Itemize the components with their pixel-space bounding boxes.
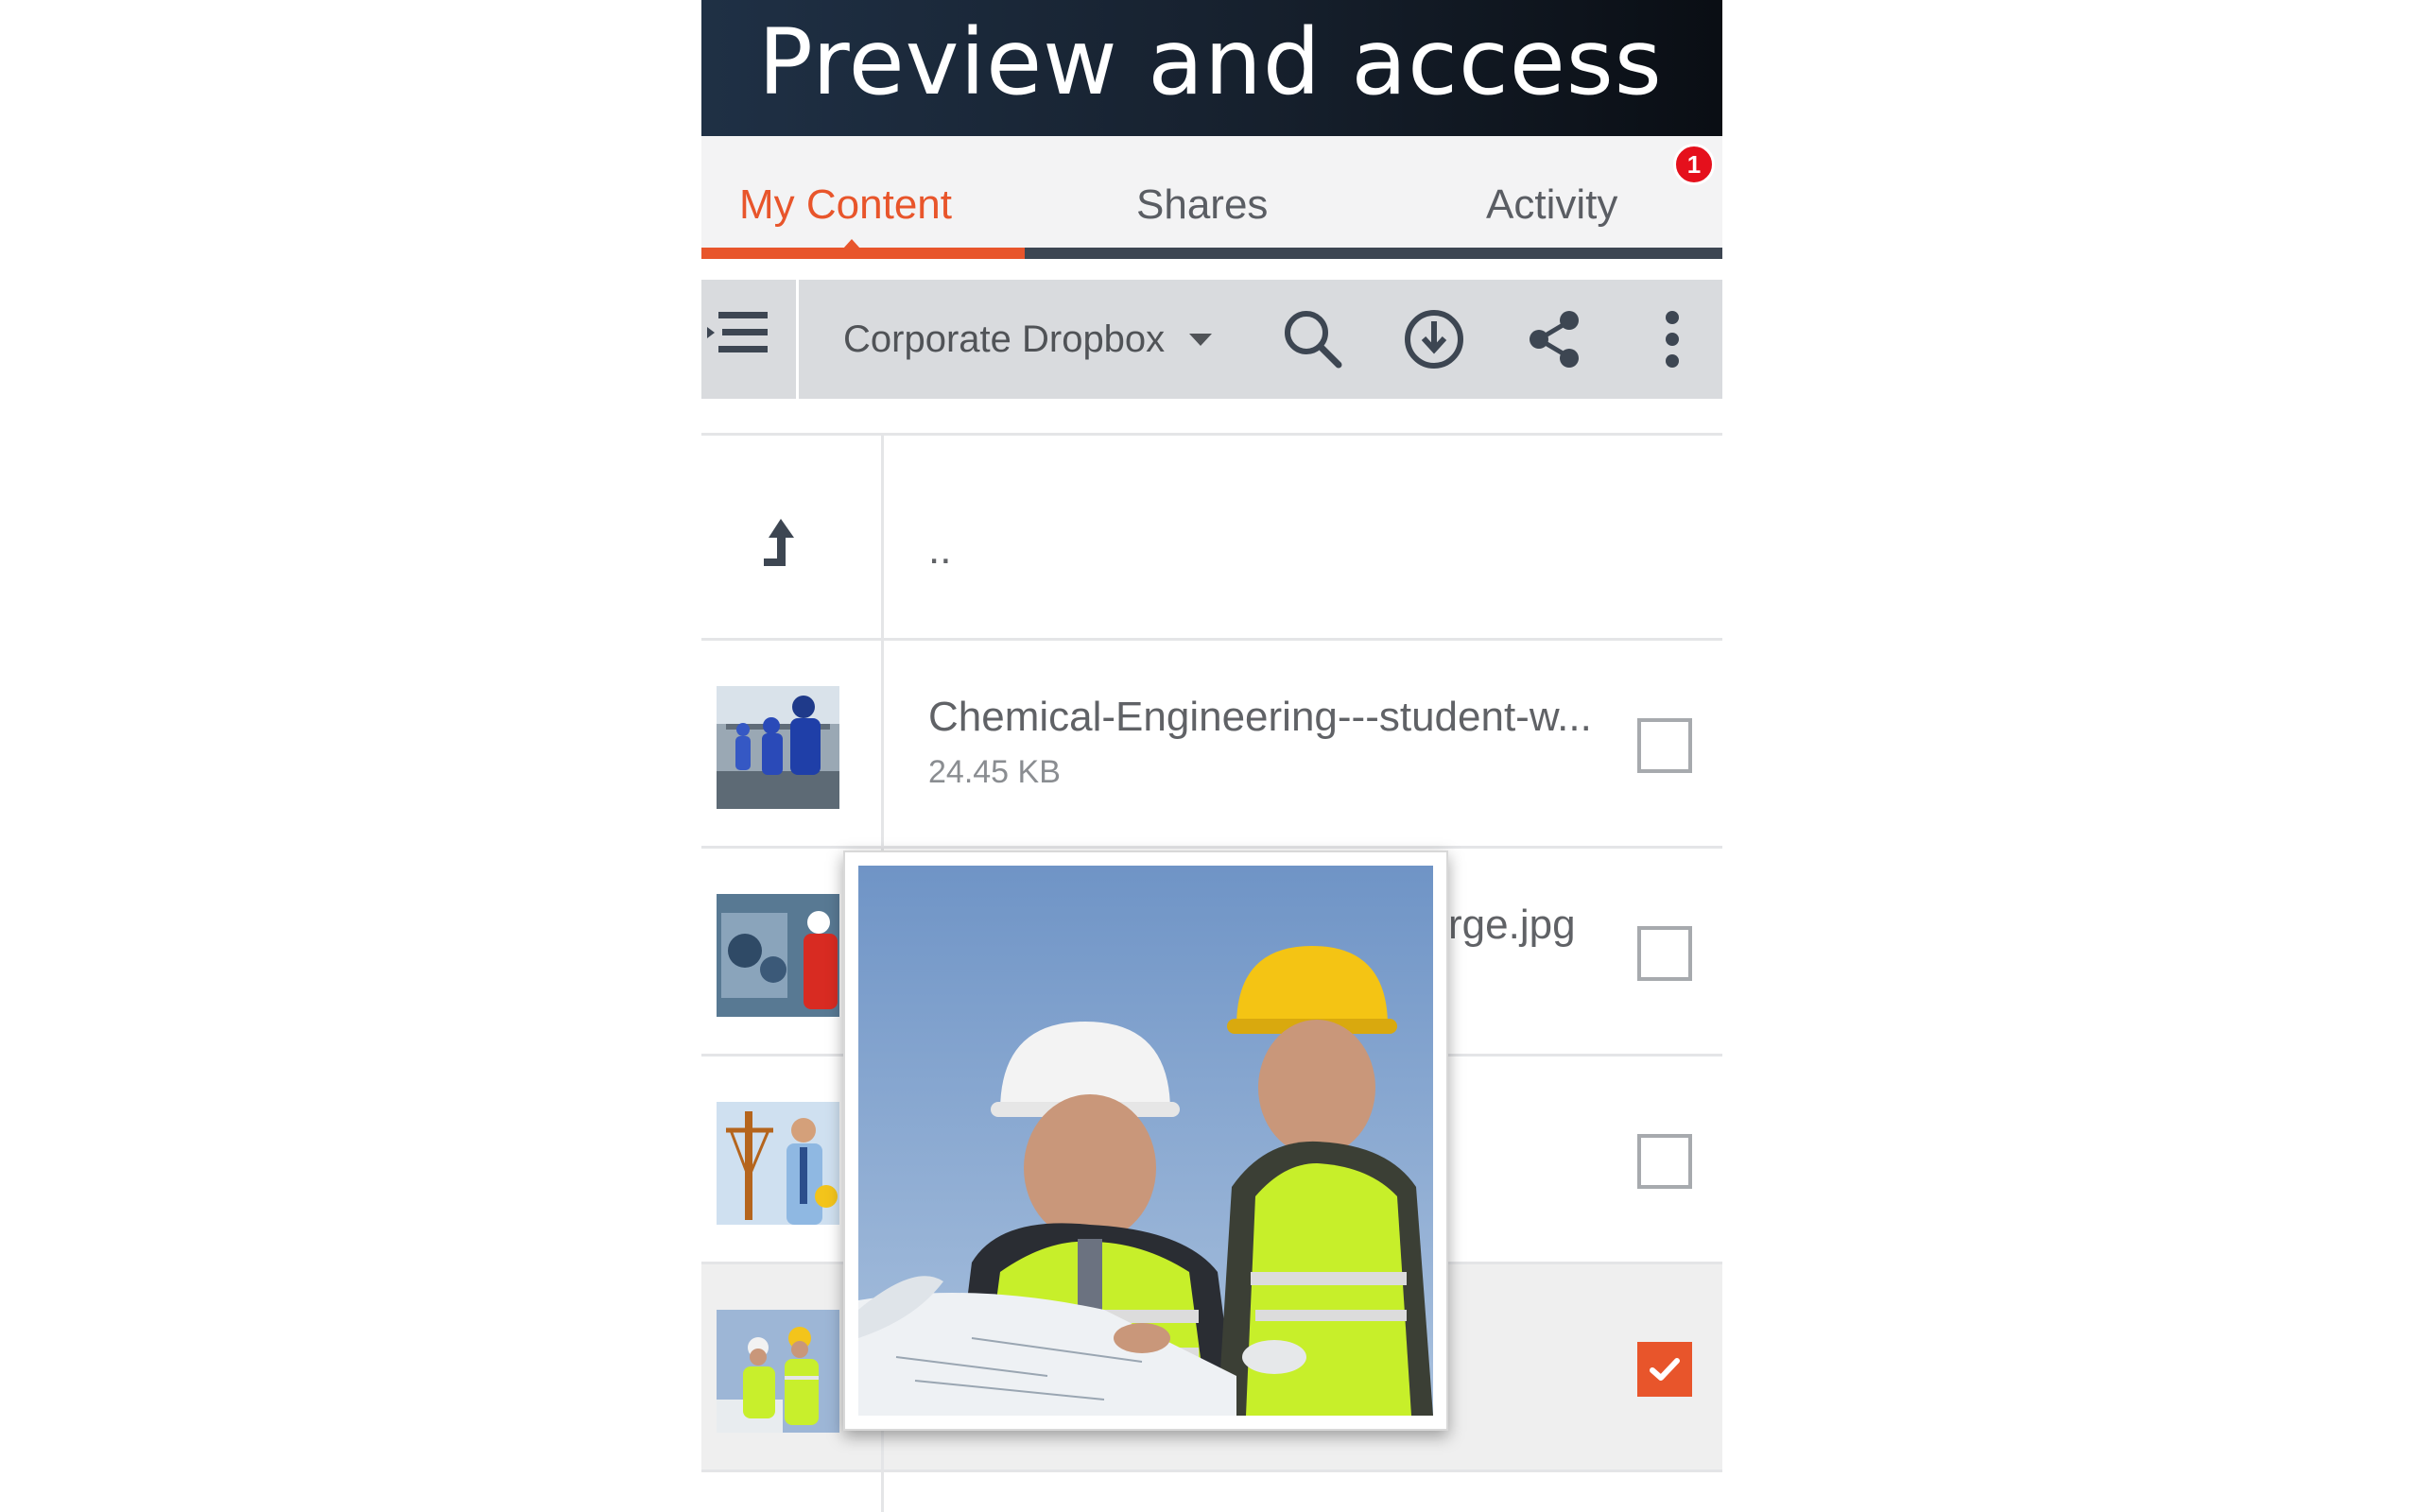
file-checkbox-checked[interactable] [1637,1342,1692,1397]
menu-indent-icon[interactable] [701,299,786,380]
title-banner: Preview and access [701,0,1722,136]
tab-indicator-notch [843,239,860,249]
preview-image [858,866,1433,1416]
file-row[interactable]: Chemical-Engineering---student-w... 24.4… [701,641,1722,849]
checkmark-icon [1650,1358,1680,1381]
file-size: 24.45 KB [928,754,1061,790]
up-arrow-icon [717,481,839,604]
tab-active-indicator [701,248,1025,259]
file-thumbnail [717,1310,839,1433]
file-checkbox[interactable] [1637,926,1692,981]
file-name: .. [928,526,952,573]
banner-title: Preview and access [758,9,1663,115]
parent-folder-row[interactable]: .. [701,433,1722,641]
notification-badge[interactable]: 1 [1673,144,1715,185]
file-checkbox[interactable] [1637,1134,1692,1189]
tab-my-content[interactable]: My Content [739,181,952,229]
location-dropdown[interactable]: Corporate Dropbox [843,308,1213,370]
file-name: rge.jpg [1448,902,1576,948]
location-label: Corporate Dropbox [843,318,1166,360]
file-thumbnail [717,894,839,1017]
toolbar: Corporate Dropbox [701,280,1722,399]
search-icon[interactable] [1278,304,1348,374]
download-icon[interactable] [1399,304,1469,374]
tab-activity[interactable]: Activity [1486,181,1617,229]
file-checkbox[interactable] [1637,718,1692,773]
tab-shares[interactable]: Shares [1136,181,1268,229]
file-name: Chemical-Engineering---student-w... [928,694,1592,740]
tab-bar: My Content Shares Activity [701,136,1722,248]
toolbar-divider [796,280,799,399]
app-screen: Preview and access My Content Shares Act… [701,0,1722,1512]
share-icon[interactable] [1520,304,1590,374]
image-preview-popup[interactable] [843,850,1448,1431]
more-vert-icon[interactable] [1637,304,1707,374]
file-thumbnail [717,1102,839,1225]
chevron-down-icon [1189,333,1213,346]
file-thumbnail [717,686,839,809]
